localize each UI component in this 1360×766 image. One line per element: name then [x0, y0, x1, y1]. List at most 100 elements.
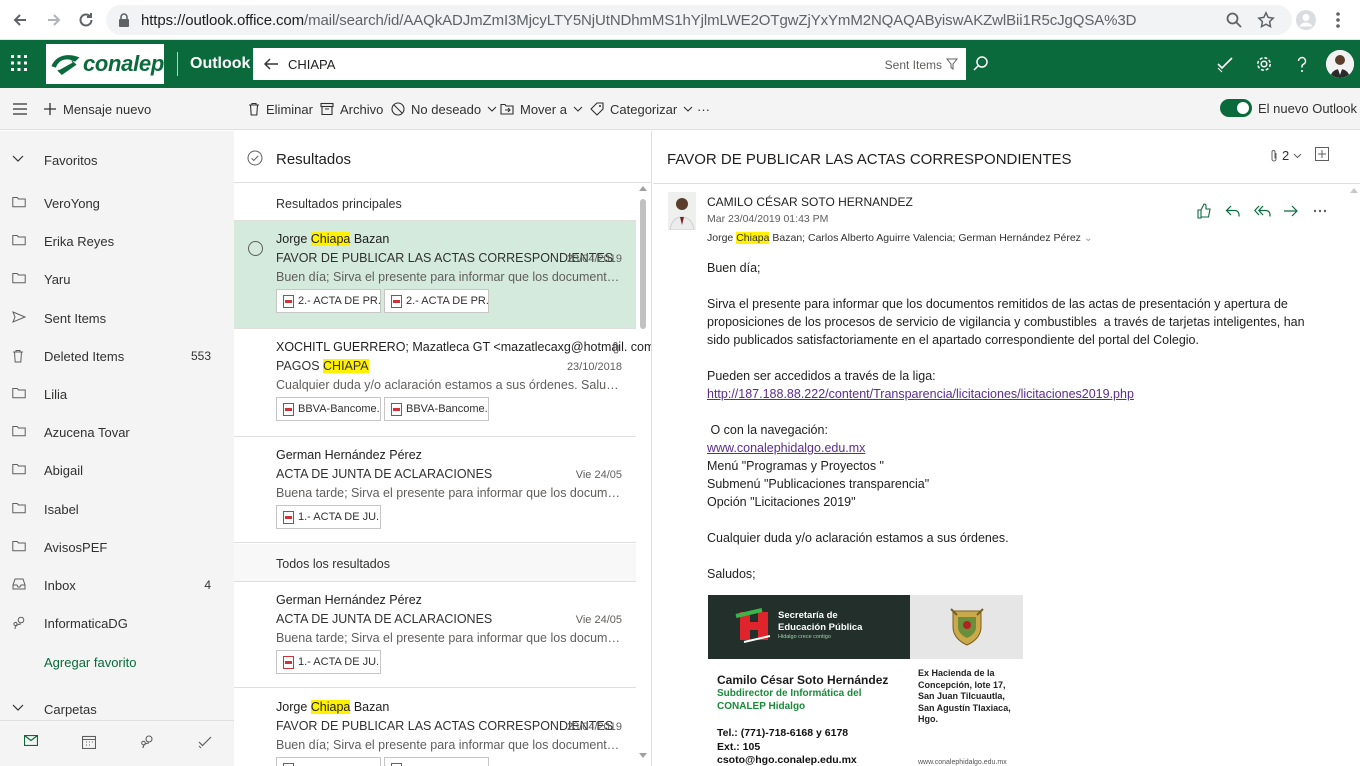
message-row[interactable]: German Hernández Pérez ACTA DE JUNTA DE … [234, 437, 636, 543]
move-folder-icon [500, 103, 514, 115]
nav-item[interactable]: Abigail [0, 455, 234, 485]
nav-toggle-icon[interactable] [12, 100, 34, 118]
nav-item-label: Sent Items [44, 310, 107, 326]
attachment-chip[interactable]: 1.- ACTA DE JU... [276, 650, 381, 674]
scroll-down-arrow-icon[interactable] [639, 753, 647, 761]
reply-all-icon[interactable] [1254, 203, 1272, 219]
nav-item[interactable]: Deleted Items 553 [0, 341, 234, 371]
people-icon[interactable] [140, 735, 154, 749]
nav-item[interactable]: Azucena Tovar [0, 417, 234, 447]
todo-check-icon[interactable] [1216, 55, 1234, 73]
forward-arrow-icon[interactable] [42, 8, 66, 32]
scroll-up-arrow-icon[interactable] [639, 185, 647, 195]
message-subject: FAVOR DE PUBLICAR LAS ACTAS CORRESPONDIE… [276, 719, 614, 733]
reply-icon[interactable] [1225, 203, 1241, 219]
settings-gear-icon[interactable] [1255, 55, 1273, 73]
move-to-button[interactable]: Mover a [500, 100, 583, 118]
back-arrow-icon[interactable] [8, 8, 32, 32]
more-options-icon[interactable] [1313, 209, 1327, 213]
like-icon[interactable] [1196, 203, 1212, 219]
filter-icon[interactable] [946, 58, 958, 70]
sender-photo[interactable] [668, 192, 696, 230]
sender-name[interactable]: CAMILO CÉSAR SOTO HERNANDEZ [707, 195, 913, 209]
todo-icon[interactable] [198, 735, 212, 749]
message-row[interactable]: Jorge Chiapa Bazan FAVOR DE PUBLICAR LAS… [234, 689, 636, 766]
attachment-chip[interactable]: 1.- ACTA DE JU... [276, 505, 381, 529]
delete-label: Eliminar [266, 101, 313, 117]
address-bar[interactable]: https://outlook.office.com/mail/search/i… [106, 5, 1292, 35]
more-actions-button[interactable]: ··· [697, 100, 710, 118]
profile-icon[interactable] [1294, 8, 1318, 32]
add-favorite-link[interactable]: Agregar favorito [0, 647, 234, 677]
nav-item[interactable]: Yaru [0, 264, 234, 294]
message-subject: ACTA DE JUNTA DE ACLARACIONES [276, 612, 493, 626]
zoom-icon[interactable] [1222, 8, 1246, 32]
nav-item[interactable]: Lilia [0, 379, 234, 409]
nav-item[interactable]: Sent Items [0, 303, 234, 333]
mail-icon[interactable] [24, 735, 38, 746]
sep-name: Secretaría de Educación Pública [778, 610, 863, 633]
search-box[interactable]: CHIAPA Sent Items [253, 48, 966, 80]
archive-button[interactable]: Archivo [320, 100, 383, 118]
sep-logo-icon [735, 608, 771, 643]
new-message-button[interactable]: Mensaje nuevo [43, 100, 151, 118]
website-link[interactable]: www.conalephidalgo.edu.mx [707, 441, 865, 455]
thread-count[interactable]: 2 [1270, 148, 1302, 163]
nav-item-label: Yaru [44, 272, 71, 288]
lock-icon [118, 13, 130, 27]
select-all-check-icon[interactable] [247, 150, 263, 166]
list-scrollbar-thumb[interactable] [640, 199, 646, 329]
folder-icon [12, 234, 26, 246]
trash-icon [249, 102, 259, 116]
new-outlook-toggle[interactable] [1220, 99, 1252, 117]
attachment-chip[interactable]: 2.- ACTA DE PR... [384, 289, 489, 313]
attachment-chip[interactable]: 2.- ACTA DE PR... [276, 289, 381, 313]
app-name[interactable]: Outlook [190, 55, 250, 73]
app-launcher-icon[interactable] [10, 54, 28, 72]
help-icon[interactable] [1293, 55, 1311, 73]
row-select-radio[interactable] [248, 241, 263, 256]
search-back-arrow-icon[interactable] [263, 56, 279, 72]
search-query[interactable]: CHIAPA [288, 57, 335, 72]
nav-item[interactable]: InformaticaDG [0, 608, 234, 638]
nav-item[interactable]: AvisosPEF [0, 532, 234, 562]
paperclip-icon [1271, 149, 1277, 161]
categorize-button[interactable]: Categorizar [590, 100, 693, 118]
message-from: XOCHITL GUERRERO; Mazatleca GT <mazatlec… [276, 340, 652, 354]
nav-item[interactable]: VeroYong [0, 188, 234, 218]
search-scope[interactable]: Sent Items [885, 58, 942, 72]
user-avatar[interactable] [1326, 50, 1354, 78]
favorites-header[interactable]: Favoritos [0, 145, 234, 175]
scroll-up-arrow-icon[interactable] [1350, 187, 1358, 195]
search-icon[interactable] [972, 55, 990, 73]
conalep-logo[interactable]: conalep [46, 44, 164, 84]
attachment-chip[interactable]: BBVA-Bancome... [276, 397, 381, 421]
attachment-chip[interactable]: BBVA-Bancome... [384, 397, 489, 421]
pdf-icon [283, 294, 294, 308]
nav-item[interactable]: Inbox 4 [0, 570, 234, 600]
delete-button[interactable]: Eliminar [248, 100, 313, 118]
popout-icon[interactable] [1315, 147, 1329, 161]
nav-item[interactable]: Erika Reyes [0, 226, 234, 256]
junk-button[interactable]: No deseado [391, 100, 497, 118]
transparency-link[interactable]: http://187.188.88.222/content/Transparen… [707, 387, 1134, 401]
sep-slogan: Hidalgo crece contigo [778, 634, 831, 640]
attachment-chip[interactable] [276, 757, 381, 766]
bookmark-star-icon[interactable] [1254, 8, 1278, 32]
menu-kebab-icon[interactable] [1326, 8, 1350, 32]
sent-date: Mar 23/04/2019 01:43 PM [707, 213, 829, 225]
message-row[interactable]: XOCHITL GUERRERO; Mazatleca GT <mazatlec… [234, 329, 651, 437]
chevron-down-icon [1293, 153, 1302, 158]
reload-icon[interactable] [74, 8, 98, 32]
message-row[interactable]: Jorge Chiapa Bazan FAVOR DE PUBLICAR LAS… [234, 221, 636, 329]
pdf-icon [391, 402, 402, 416]
recipients[interactable]: Jorge Chiapa Bazan; Carlos Alberto Aguir… [707, 232, 1093, 244]
email-signature: Secretaría de Educación Pública Hidalgo c… [708, 595, 1023, 766]
calendar-icon[interactable] [82, 735, 96, 749]
conalep-logo-mark [51, 55, 80, 76]
forward-icon[interactable] [1283, 203, 1299, 219]
message-row[interactable]: German Hernández Pérez ACTA DE JUNTA DE … [234, 582, 636, 688]
attachment-chip[interactable] [384, 757, 489, 766]
nav-item[interactable]: Isabel [0, 494, 234, 524]
message-preview: Buen día; Sirva el presente para informa… [276, 738, 622, 752]
